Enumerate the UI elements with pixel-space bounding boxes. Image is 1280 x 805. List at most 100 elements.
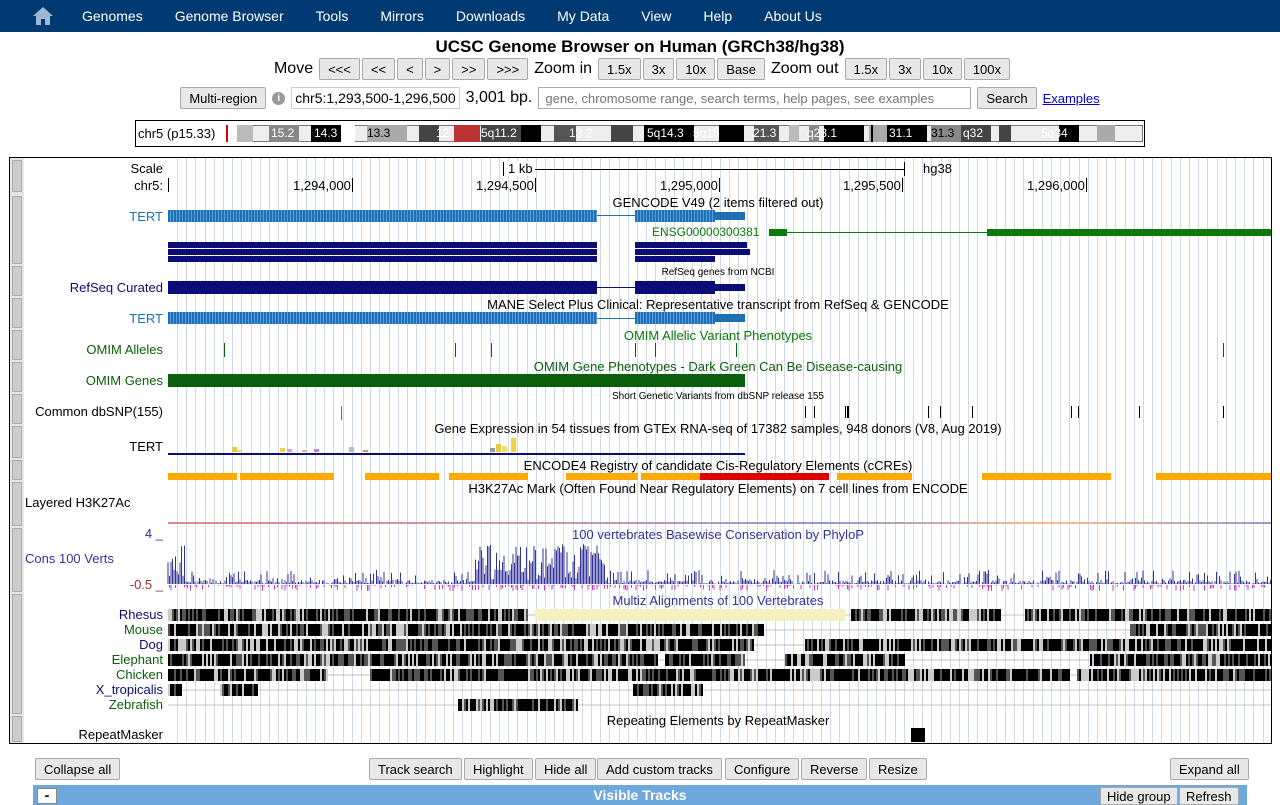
gene-tert-isoform-exon[interactable] bbox=[635, 256, 715, 262]
ccre-element[interactable] bbox=[240, 473, 334, 480]
add-custom-tracks-button[interactable]: Add custom tracks bbox=[597, 758, 722, 780]
position-display[interactable]: chr5:1,293,500-1,296,500 bbox=[291, 87, 460, 109]
examples-link[interactable]: Examples bbox=[1043, 91, 1100, 106]
alignment-block bbox=[474, 609, 476, 621]
collapse-all-button[interactable]: Collapse all bbox=[35, 758, 121, 780]
search-input[interactable] bbox=[538, 87, 972, 109]
zoom-out-3x-button[interactable]: 3x bbox=[889, 58, 921, 80]
reverse-button[interactable]: Reverse bbox=[801, 758, 868, 780]
mane-label[interactable]: TERT bbox=[129, 311, 163, 326]
rmsk-label[interactable]: RepeatMasker bbox=[78, 727, 163, 742]
ccre-element[interactable] bbox=[837, 473, 912, 480]
omim-gene-tert[interactable] bbox=[168, 374, 745, 387]
zoom-in-3x-button[interactable]: 3x bbox=[642, 58, 675, 80]
ccre-element[interactable] bbox=[1156, 473, 1271, 480]
track-handle[interactable] bbox=[12, 716, 22, 742]
ccre-element[interactable] bbox=[641, 473, 701, 480]
gene-tert-refseq-exon[interactable] bbox=[635, 281, 715, 294]
phylop-label[interactable]: Cons 100 Verts bbox=[25, 551, 114, 566]
tracks-area[interactable]: 1 kb hg38 1,294,000 1,294,500 1,295,000 … bbox=[165, 158, 1271, 743]
gtex-label[interactable]: TERT bbox=[129, 439, 163, 454]
home-icon[interactable] bbox=[20, 0, 66, 32]
gene-tert-gencode[interactable] bbox=[168, 210, 597, 222]
track-handle[interactable] bbox=[12, 362, 22, 392]
gene-tert-refseq[interactable] bbox=[168, 281, 597, 294]
nav-tools[interactable]: Tools bbox=[300, 0, 365, 32]
gene-tert-isoform-exon[interactable] bbox=[635, 242, 747, 248]
omim-genes-label[interactable]: OMIM Genes bbox=[86, 373, 163, 388]
gene-tert-isoform[interactable] bbox=[168, 256, 597, 262]
track-handle[interactable] bbox=[12, 460, 22, 480]
track-handle[interactable] bbox=[12, 196, 22, 264]
highlight-button[interactable]: Highlight bbox=[464, 758, 533, 780]
track-search-button[interactable]: Track search bbox=[369, 758, 462, 780]
gene-ensg-label[interactable]: ENSG00000300381 bbox=[652, 225, 759, 239]
move-left-far-button[interactable]: <<< bbox=[319, 58, 360, 80]
nav-my-data[interactable]: My Data bbox=[541, 0, 625, 32]
gene-tert-mane[interactable] bbox=[168, 312, 597, 324]
omim-alleles-label[interactable]: OMIM Alleles bbox=[86, 342, 163, 357]
move-left-button[interactable]: < bbox=[397, 58, 423, 80]
track-handle[interactable] bbox=[12, 330, 22, 360]
nav-help[interactable]: Help bbox=[687, 0, 748, 32]
zoom-out-1-5x-button[interactable]: 1.5x bbox=[844, 58, 888, 80]
track-handle[interactable] bbox=[12, 298, 22, 328]
zoom-out-100x-button[interactable]: 100x bbox=[963, 58, 1011, 80]
alignment-block bbox=[686, 624, 688, 636]
zoom-out-10x-button[interactable]: 10x bbox=[922, 58, 962, 80]
track-handle[interactable] bbox=[12, 482, 22, 526]
alignment-block bbox=[995, 609, 997, 621]
browser-image[interactable]: Scale chr5: TERT RefSeq Curated TERT OMI… bbox=[9, 157, 1272, 744]
zoom-in-base-button[interactable]: Base bbox=[717, 58, 765, 80]
track-handle[interactable] bbox=[12, 160, 22, 192]
ccre-element[interactable] bbox=[449, 473, 528, 480]
nav-downloads[interactable]: Downloads bbox=[440, 0, 541, 32]
gencode-label[interactable]: TERT bbox=[129, 209, 163, 224]
zoom-in-1-5x-button[interactable]: 1.5x bbox=[598, 58, 641, 80]
gene-tert-isoform[interactable] bbox=[168, 249, 597, 255]
nav-mirrors[interactable]: Mirrors bbox=[364, 0, 440, 32]
alignment-block bbox=[578, 639, 580, 651]
resize-button[interactable]: Resize bbox=[869, 758, 927, 780]
search-button[interactable]: Search bbox=[977, 87, 1037, 109]
track-handle[interactable] bbox=[12, 266, 22, 296]
nav-view[interactable]: View bbox=[625, 0, 687, 32]
configure-button[interactable]: Configure bbox=[725, 758, 800, 780]
gene-tert-mane-exon[interactable] bbox=[635, 312, 715, 324]
move-left-more-button[interactable]: << bbox=[361, 58, 396, 80]
gene-tert-isoform[interactable] bbox=[168, 242, 597, 248]
ccre-element[interactable] bbox=[566, 473, 638, 480]
hide-group-button[interactable]: Hide group bbox=[1100, 787, 1178, 805]
nav-genomes[interactable]: Genomes bbox=[66, 0, 159, 32]
alignment-block bbox=[610, 639, 612, 651]
expand-all-button[interactable]: Expand all bbox=[1170, 758, 1249, 780]
move-right-button[interactable]: > bbox=[424, 58, 451, 80]
track-handle[interactable] bbox=[12, 426, 22, 458]
ccre-element[interactable] bbox=[982, 473, 1111, 480]
repeat-element[interactable] bbox=[911, 728, 925, 742]
info-icon[interactable]: i bbox=[272, 91, 286, 105]
ccre-element[interactable] bbox=[365, 473, 439, 480]
h3k27ac-label[interactable]: Layered H3K27Ac bbox=[25, 495, 131, 510]
ccre-element[interactable] bbox=[700, 473, 829, 480]
ccre-element[interactable] bbox=[168, 473, 237, 480]
track-handle[interactable] bbox=[12, 394, 22, 424]
chromosome-ideogram[interactable]: chr5 (p15.33) 15.2 14.3 13.3 12 5q11.2 1… bbox=[135, 120, 1145, 147]
gene-tert-isoform-exon[interactable] bbox=[635, 249, 750, 255]
dbsnp-label[interactable]: Common dbSNP(155) bbox=[35, 404, 163, 419]
zoom-in-10x-button[interactable]: 10x bbox=[676, 58, 716, 80]
collapse-group-icon[interactable]: - bbox=[37, 788, 57, 804]
refresh-button[interactable]: Refresh bbox=[1179, 787, 1239, 805]
hide-all-button[interactable]: Hide all bbox=[535, 758, 597, 780]
multi-region-button[interactable]: Multi-region bbox=[180, 87, 267, 109]
gene-ensg[interactable] bbox=[769, 229, 787, 236]
gene-ensg-exon[interactable] bbox=[987, 229, 1271, 236]
track-handle[interactable] bbox=[12, 528, 22, 592]
move-right-far-button[interactable]: >>> bbox=[487, 58, 529, 80]
track-handle[interactable] bbox=[12, 594, 22, 714]
nav-about-us[interactable]: About Us bbox=[748, 0, 838, 32]
refseq-label[interactable]: RefSeq Curated bbox=[70, 280, 163, 295]
move-right-more-button[interactable]: >> bbox=[452, 58, 486, 80]
nav-genome-browser[interactable]: Genome Browser bbox=[159, 0, 300, 32]
gene-tert-gencode-exon[interactable] bbox=[635, 210, 715, 222]
